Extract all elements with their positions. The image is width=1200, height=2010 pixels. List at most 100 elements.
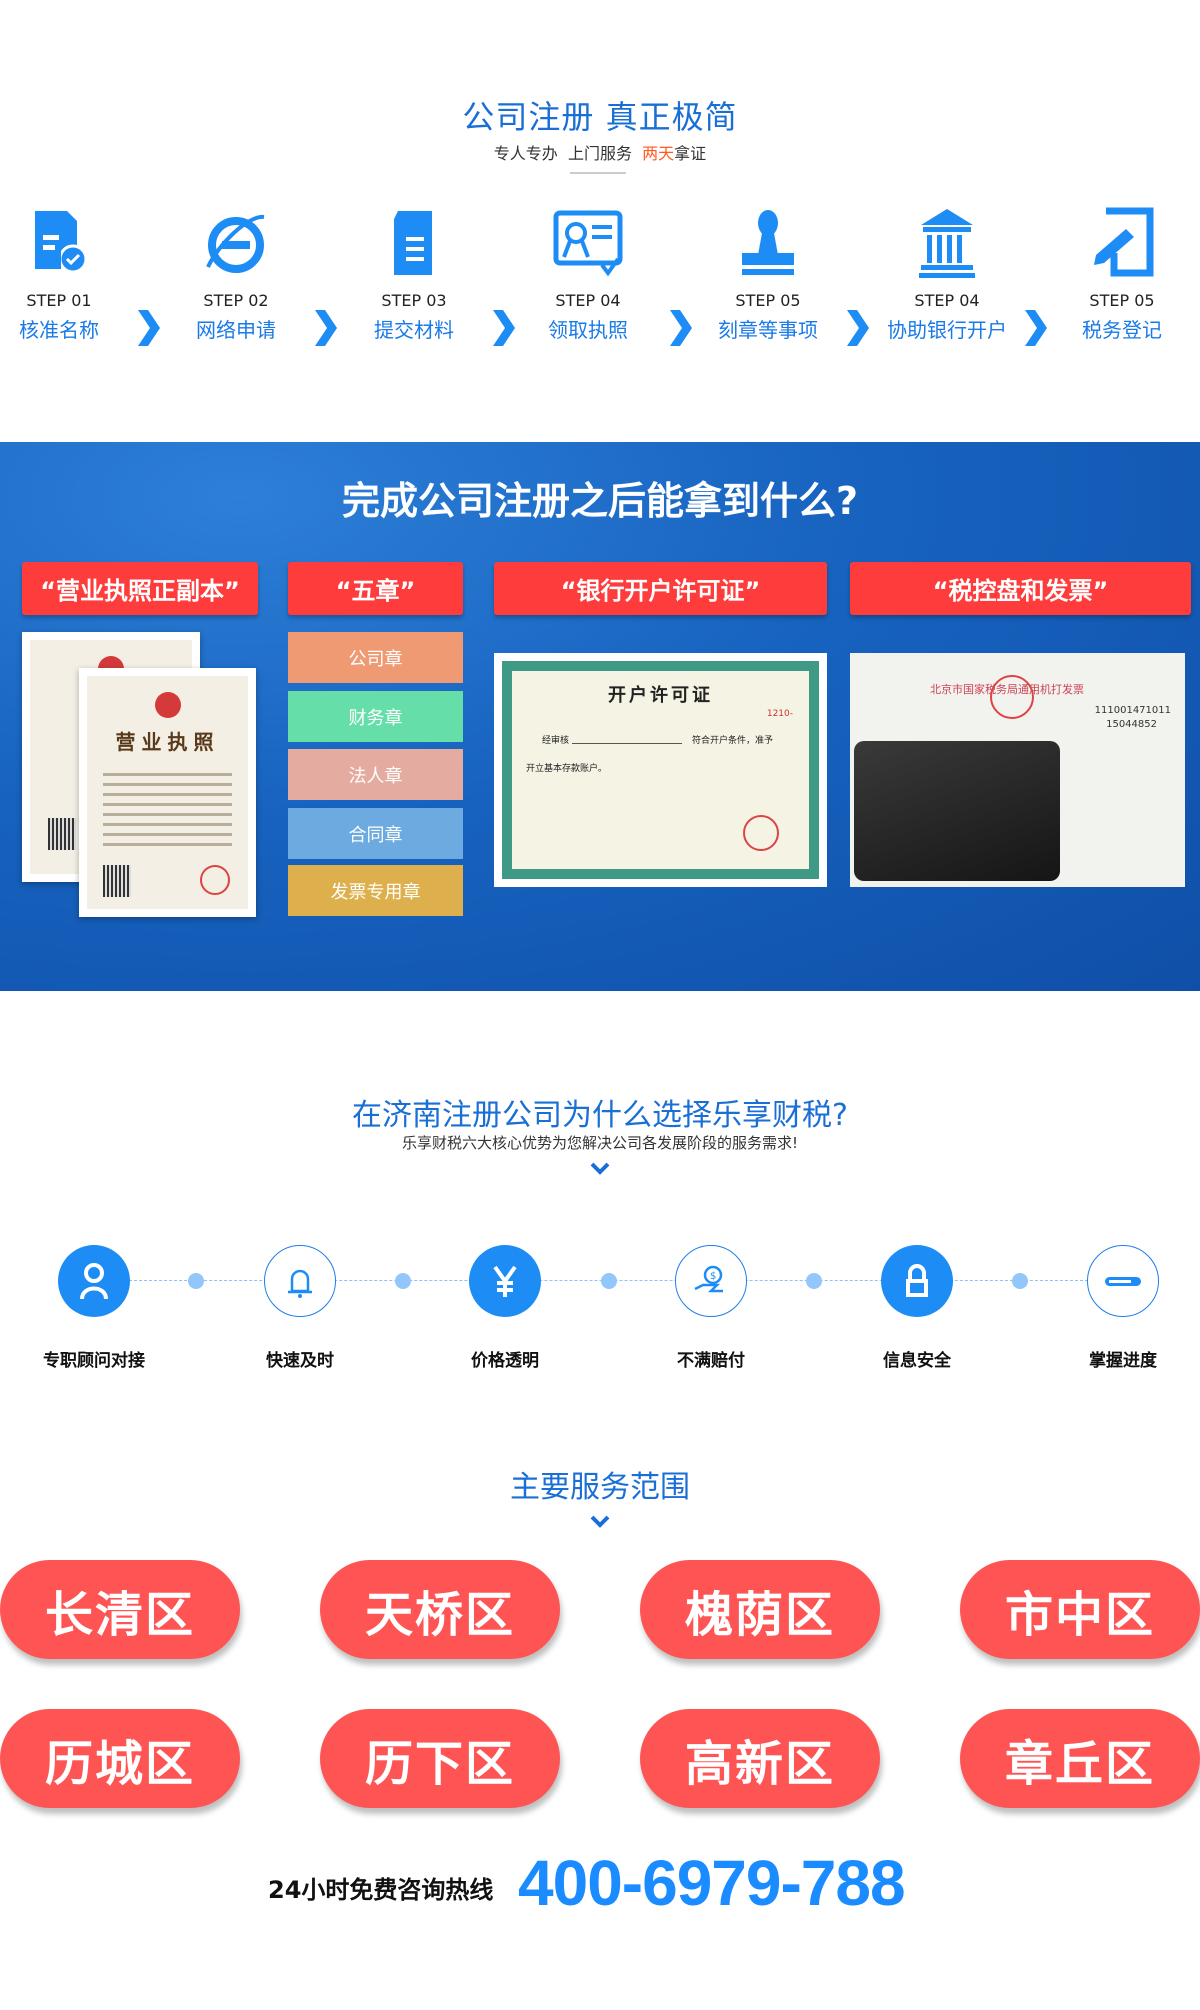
edit-document-icon <box>1094 207 1154 277</box>
advantage-badge <box>881 1245 953 1317</box>
step-number: STEP 03 <box>381 291 447 310</box>
document-icon <box>394 211 432 275</box>
invoice-code: 111001471011 <box>1094 705 1171 716</box>
subtitle-highlight: 两天 <box>642 144 675 163</box>
step-item: STEP 04 领取执照 <box>503 205 673 343</box>
step-label: 网络申请 <box>196 318 276 342</box>
intro-subtitle: 专人专办 上门服务 两天拿证 <box>0 140 1200 164</box>
district-button[interactable]: 长清区 <box>0 1560 240 1659</box>
why-title: 在济南注册公司为什么选择乐享财税? <box>352 1098 848 1133</box>
step-number: STEP 04 <box>555 291 621 310</box>
advantage-badge <box>469 1245 541 1317</box>
step-label: 核准名称 <box>19 318 99 342</box>
tax-device-image: 北京市国家税务局通用机打发票 111001471011 15044852 <box>850 653 1185 887</box>
license-original-image: 营业执照 <box>79 668 256 917</box>
timeline-dot <box>188 1273 204 1289</box>
document-check-icon <box>35 211 88 274</box>
step-item: STEP 05 刻章等事项 <box>683 205 853 343</box>
chevron-right-icon <box>315 310 337 346</box>
lock-icon <box>906 1264 928 1297</box>
step-label: 协助银行开户 <box>887 318 1007 342</box>
step-item: STEP 01 核准名称 <box>0 205 144 343</box>
intro-title: 公司注册 真正极简 <box>462 98 738 136</box>
yen-icon <box>493 1265 517 1297</box>
invoice-number: 15044852 <box>1106 719 1157 730</box>
subtitle-text: 拿证 <box>674 144 707 163</box>
divider <box>570 172 626 174</box>
chevron-right-icon <box>138 310 160 346</box>
hand-coin-icon: $ <box>694 1265 723 1293</box>
advantage-label: 不满赔付 <box>677 1351 745 1371</box>
advantage-label: 专职顾问对接 <box>43 1351 145 1371</box>
bank-permit-image: 开户许可证 1210- 经审核 符合开户条件，准予 开立基本存款账户。 <box>494 653 827 887</box>
chevron-right-icon <box>847 310 869 346</box>
step-label: 领取执照 <box>548 318 628 342</box>
permit-line: 经审核 <box>542 736 570 746</box>
license-title: 营业执照 <box>115 730 220 754</box>
services-title: 主要服务范围 <box>510 1470 690 1505</box>
bank-icon <box>919 209 975 278</box>
step-number: STEP 04 <box>914 291 980 310</box>
seal-item: 法人章 <box>288 749 463 800</box>
hotline-label: 24小时免费咨询热线 <box>268 1876 494 1904</box>
permit-line: 开立基本存款账户。 <box>526 764 608 774</box>
subtitle-text: 专人专办 上门服务 <box>493 144 643 163</box>
district-button[interactable]: 天桥区 <box>320 1560 560 1659</box>
header-tax-device: “税控盘和发票” <box>850 562 1191 615</box>
advantage-label: 信息安全 <box>883 1351 951 1371</box>
step-item: STEP 02 网络申请 <box>151 205 321 343</box>
advantage-badge <box>1087 1245 1159 1317</box>
chevron-right-icon <box>1025 310 1047 346</box>
step-item: STEP 03 提交材料 <box>329 205 499 343</box>
advantage-label: 价格透明 <box>471 1351 539 1371</box>
advantage-badge: $ <box>675 1245 747 1317</box>
step-label: 提交材料 <box>374 318 454 342</box>
hotline-number[interactable]: 400-6979-788 <box>518 1846 906 1920</box>
chevron-right-icon <box>670 310 692 346</box>
advantage-badge <box>264 1245 336 1317</box>
header-bank-permit: “银行开户许可证” <box>494 562 827 615</box>
timeline-dot <box>601 1273 617 1289</box>
deliverables-title: 完成公司注册之后能拿到什么? <box>341 479 859 523</box>
svg-text:$: $ <box>710 1271 716 1282</box>
progress-icon <box>1105 1277 1141 1286</box>
internet-explorer-icon <box>206 214 265 273</box>
permit-line: 符合开户条件，准予 <box>692 736 774 746</box>
seal-item: 财务章 <box>288 691 463 742</box>
advantage-label: 掌握进度 <box>1089 1351 1157 1371</box>
certificate-icon <box>553 210 623 277</box>
step-label: 刻章等事项 <box>718 318 818 342</box>
advantage-badge <box>58 1245 130 1317</box>
header-business-license: “营业执照正副本” <box>22 562 258 615</box>
district-button[interactable]: 高新区 <box>640 1709 880 1808</box>
step-number: STEP 05 <box>735 291 801 310</box>
district-button[interactable]: 槐荫区 <box>640 1560 880 1659</box>
step-number: STEP 05 <box>1089 291 1155 310</box>
tax-control-device <box>854 741 1060 881</box>
chevron-down-icon <box>590 1515 610 1528</box>
step-label: 税务登记 <box>1082 318 1162 342</box>
permit-title: 开户许可证 <box>608 685 713 706</box>
seal-item: 合同章 <box>288 808 463 859</box>
timeline-dot <box>395 1273 411 1289</box>
bell-icon <box>288 1269 312 1298</box>
why-subtitle: 乐享财税六大核心优势为您解决公司各发展阶段的服务需求! <box>401 1134 799 1152</box>
district-button[interactable]: 历城区 <box>0 1709 240 1808</box>
chevron-down-icon <box>590 1162 610 1175</box>
header-five-seals: “五章” <box>288 562 463 615</box>
district-button[interactable]: 章丘区 <box>960 1709 1200 1808</box>
step-number: STEP 02 <box>203 291 269 310</box>
step-number: STEP 01 <box>26 291 92 310</box>
district-button[interactable]: 市中区 <box>960 1560 1200 1659</box>
timeline-dot <box>806 1273 822 1289</box>
chevron-right-icon <box>493 310 515 346</box>
district-button[interactable]: 历下区 <box>320 1709 560 1808</box>
permit-number: 1210- <box>766 709 793 719</box>
seal-item: 公司章 <box>288 632 463 683</box>
stamp-icon <box>742 210 794 275</box>
timeline-dot <box>1012 1273 1028 1289</box>
advantage-label: 快速及时 <box>266 1351 334 1371</box>
seal-item: 发票专用章 <box>288 865 463 916</box>
step-item: STEP 04 协助银行开户 <box>862 205 1032 343</box>
step-item: STEP 05 税务登记 <box>1037 205 1200 343</box>
